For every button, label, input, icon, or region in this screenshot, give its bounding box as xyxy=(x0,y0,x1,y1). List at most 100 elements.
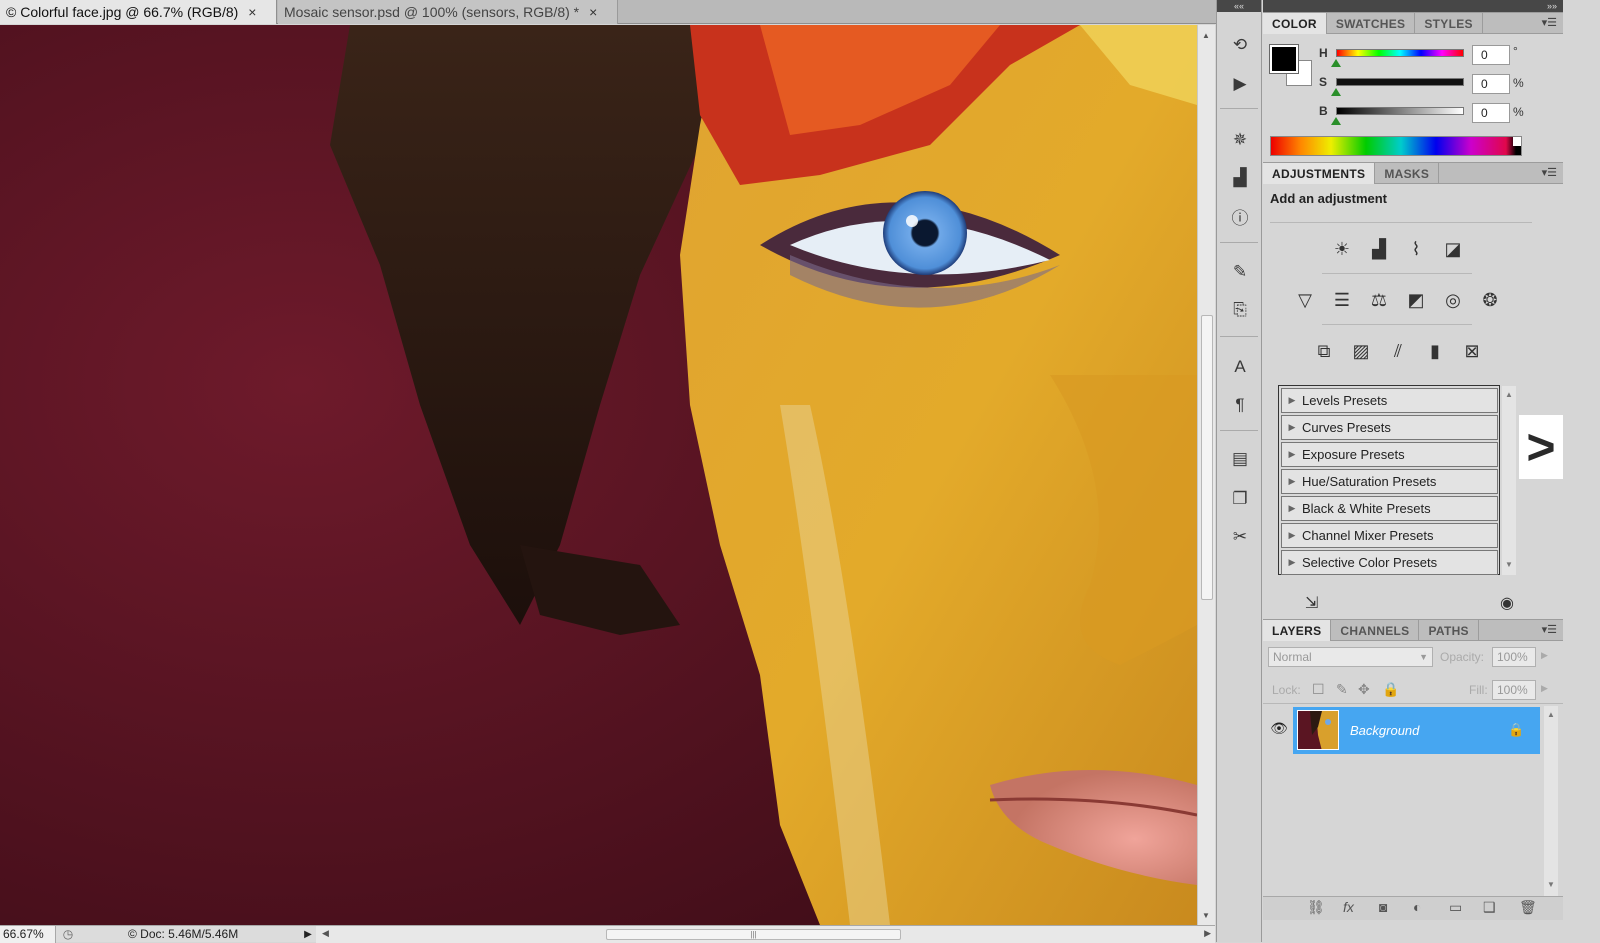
curves-icon[interactable]: ⌇ xyxy=(1401,236,1431,262)
brushes-icon[interactable]: ✎ xyxy=(1228,260,1252,284)
zoom-level-field[interactable]: 66.67% xyxy=(0,925,56,943)
brightness-slider[interactable] xyxy=(1336,107,1464,115)
saturation-slider[interactable] xyxy=(1336,78,1464,86)
brightness-value-field[interactable]: 0 xyxy=(1472,103,1510,123)
preset-item-hue-saturation[interactable]: ▶ Hue/Saturation Presets xyxy=(1281,469,1498,494)
lock-all-icon[interactable]: 🔒 xyxy=(1382,681,1399,698)
preset-item-black-white[interactable]: ▶ Black & White Presets xyxy=(1281,496,1498,521)
delete-layer-icon[interactable]: 🗑 xyxy=(1519,899,1537,916)
gradient-map-icon[interactable]: ▮ xyxy=(1420,338,1450,364)
hue-slider[interactable] xyxy=(1336,49,1464,57)
tab-masks[interactable]: MASKS xyxy=(1375,163,1440,184)
layer-name[interactable]: Background xyxy=(1350,723,1419,738)
scroll-right-icon[interactable]: ▶ xyxy=(1204,928,1211,939)
selective-color-icon[interactable]: ⊠ xyxy=(1457,338,1487,364)
blend-mode-select[interactable]: Normal ▼ xyxy=(1268,647,1433,667)
expand-triangle-icon[interactable]: ▶ xyxy=(1282,395,1302,406)
hue-value-field[interactable]: 0 xyxy=(1472,45,1510,65)
clone-source-icon[interactable]: ⎘ xyxy=(1228,298,1252,322)
panel-menu-icon[interactable]: ▾☰ xyxy=(1542,166,1557,179)
vertical-scroll-thumb[interactable] xyxy=(1201,315,1213,600)
view-previous-state-icon[interactable]: ◉ xyxy=(1500,593,1514,613)
opacity-arrow-icon[interactable]: ▶ xyxy=(1541,650,1548,661)
scroll-up-icon[interactable]: ▲ xyxy=(1202,31,1210,40)
tab-color[interactable]: COLOR xyxy=(1263,13,1327,34)
preset-item-levels[interactable]: ▶ Levels Presets xyxy=(1281,388,1498,413)
history-icon[interactable]: ⟲ xyxy=(1228,33,1252,57)
expand-panel-arrow-icon[interactable]: > xyxy=(1519,415,1563,479)
notes-icon[interactable]: ▤ xyxy=(1228,447,1252,471)
lock-pixels-icon[interactable]: ✎ xyxy=(1336,681,1348,698)
character-icon[interactable]: A xyxy=(1228,355,1252,379)
brightness-contrast-icon[interactable]: ☀ xyxy=(1327,236,1357,262)
photo-filter-icon[interactable]: ◎ xyxy=(1438,287,1468,313)
new-layer-icon[interactable]: ❑ xyxy=(1483,899,1496,916)
color-spectrum-ramp[interactable] xyxy=(1270,136,1522,156)
vertical-scrollbar[interactable]: ▲ ▼ xyxy=(1197,25,1215,925)
document-tab-mosaic-sensor[interactable]: Mosaic sensor.psd @ 100% (sensors, RGB/8… xyxy=(278,0,618,24)
layer-comps-icon[interactable]: ❐ xyxy=(1228,487,1252,511)
dock-collapse-toggle[interactable]: «« xyxy=(1217,0,1261,12)
vibrance-icon[interactable]: ▽ xyxy=(1290,287,1320,313)
panel-menu-icon[interactable]: ▾☰ xyxy=(1542,623,1557,636)
horizontal-scroll-thumb[interactable]: ||| xyxy=(606,928,901,940)
new-adjustment-layer-icon[interactable]: ◐ xyxy=(1413,899,1421,915)
expand-triangle-icon[interactable]: ▶ xyxy=(1282,476,1302,487)
presets-scrollbar[interactable]: ▲ ▼ xyxy=(1502,386,1516,575)
tab-adjustments[interactable]: ADJUSTMENTS xyxy=(1263,163,1376,184)
add-mask-icon[interactable]: ◙ xyxy=(1379,899,1387,915)
visibility-eye-icon[interactable]: 👁 xyxy=(1269,718,1289,738)
foreground-color-swatch[interactable] xyxy=(1269,44,1299,74)
close-icon[interactable]: × xyxy=(589,4,597,20)
scroll-up-icon[interactable]: ▲ xyxy=(1505,390,1513,399)
tab-channels[interactable]: CHANNELS xyxy=(1331,620,1420,641)
tab-paths[interactable]: PATHS xyxy=(1419,620,1479,641)
histogram-icon[interactable]: ▟ xyxy=(1228,166,1252,190)
expand-triangle-icon[interactable]: ▶ xyxy=(1282,530,1302,541)
tool-presets-icon[interactable]: ✂ xyxy=(1228,525,1252,549)
proof-icon[interactable]: ◷ xyxy=(56,927,80,941)
exposure-icon[interactable]: ◪ xyxy=(1438,236,1468,262)
info-icon[interactable]: ⓘ xyxy=(1228,204,1252,228)
status-menu-arrow-icon[interactable]: ▶ xyxy=(300,929,316,940)
saturation-slider-handle[interactable] xyxy=(1331,88,1341,96)
preset-item-curves[interactable]: ▶ Curves Presets xyxy=(1281,415,1498,440)
preset-item-channel-mixer[interactable]: ▶ Channel Mixer Presets xyxy=(1281,523,1498,548)
panel-menu-icon[interactable]: ▾☰ xyxy=(1542,16,1557,29)
navigator-icon[interactable]: ✵ xyxy=(1228,128,1252,152)
black-white-icon[interactable]: ◩ xyxy=(1401,287,1431,313)
horizontal-scrollbar[interactable]: ◀ ||| ▶ xyxy=(316,925,1215,943)
panel-collapse-toggle[interactable]: »» xyxy=(1263,0,1563,12)
document-tab-colorful-face[interactable]: © Colorful face.jpg @ 66.7% (RGB/8) × xyxy=(0,0,277,24)
scroll-down-icon[interactable]: ▼ xyxy=(1202,911,1210,920)
invert-icon[interactable]: ⧉ xyxy=(1309,338,1339,364)
link-layers-icon[interactable]: ⛓ xyxy=(1307,899,1325,916)
paragraph-icon[interactable]: ¶ xyxy=(1228,393,1252,417)
scroll-left-icon[interactable]: ◀ xyxy=(322,928,329,939)
fill-field[interactable]: 100% xyxy=(1492,680,1536,700)
scroll-up-icon[interactable]: ▲ xyxy=(1547,710,1555,719)
fill-arrow-icon[interactable]: ▶ xyxy=(1541,683,1548,694)
channel-mixer-icon[interactable]: ❂ xyxy=(1475,287,1505,313)
color-balance-icon[interactable]: ⚖ xyxy=(1364,287,1394,313)
preset-item-exposure[interactable]: ▶ Exposure Presets xyxy=(1281,442,1498,467)
posterize-icon[interactable]: ▨ xyxy=(1346,338,1376,364)
scroll-down-icon[interactable]: ▼ xyxy=(1505,560,1513,569)
expand-triangle-icon[interactable]: ▶ xyxy=(1282,422,1302,433)
new-group-icon[interactable]: ▭ xyxy=(1449,899,1462,916)
lock-transparent-icon[interactable]: ☐ xyxy=(1312,681,1325,698)
hue-slider-handle[interactable] xyxy=(1331,59,1341,67)
actions-icon[interactable]: ▶ xyxy=(1228,72,1252,96)
close-icon[interactable]: × xyxy=(248,4,256,20)
saturation-value-field[interactable]: 0 xyxy=(1472,74,1510,94)
scroll-down-icon[interactable]: ▼ xyxy=(1547,880,1555,889)
expand-triangle-icon[interactable]: ▶ xyxy=(1282,503,1302,514)
tab-layers[interactable]: LAYERS xyxy=(1263,620,1332,641)
clip-to-layer-icon[interactable]: ⇲ xyxy=(1305,593,1318,613)
threshold-icon[interactable]: ⫽ xyxy=(1383,338,1413,364)
tab-styles[interactable]: STYLES xyxy=(1415,13,1483,34)
brightness-slider-handle[interactable] xyxy=(1331,117,1341,125)
preset-item-selective-color[interactable]: ▶ Selective Color Presets xyxy=(1281,550,1498,575)
layer-style-fx-icon[interactable]: fx xyxy=(1343,899,1354,915)
levels-icon[interactable]: ▟ xyxy=(1364,236,1394,262)
